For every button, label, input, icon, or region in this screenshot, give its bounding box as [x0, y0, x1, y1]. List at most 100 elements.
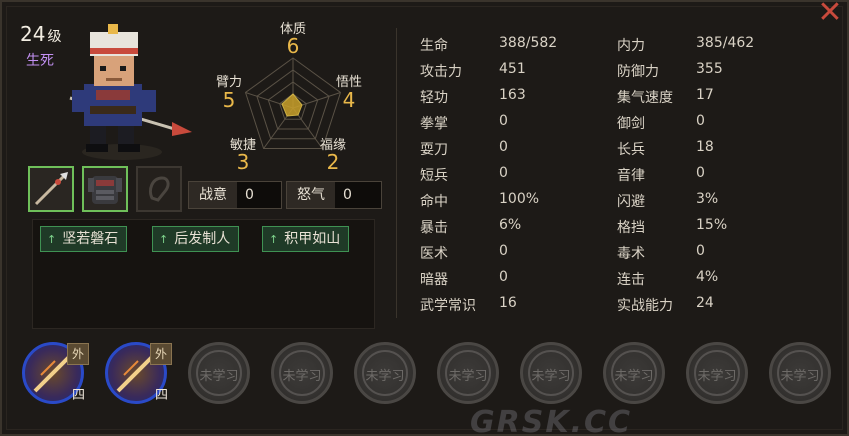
attr-label: 连击 [617, 272, 645, 288]
attr-label: 轻功 [420, 90, 448, 106]
skill-empty-label: 未学习 [697, 369, 737, 384]
skill-empty-label: 未学习 [531, 369, 571, 384]
skill-slot-empty[interactable]: 未学习 [603, 342, 665, 404]
attr-value: 163 [499, 87, 526, 103]
attr-label: 短兵 [420, 168, 448, 184]
attr-value: 16 [499, 295, 517, 311]
skill-empty-label: 未学习 [780, 369, 820, 384]
arrow-up-icon: ↑ [269, 233, 279, 246]
attr-label: 拳掌 [420, 116, 448, 132]
armor-icon [88, 176, 122, 204]
attr-value: 100% [499, 191, 540, 207]
attr-value: 0 [499, 113, 508, 129]
skill-empty-label: 未学习 [199, 369, 239, 384]
level-display: 24 级 [20, 22, 61, 46]
attr-label: 攻击力 [420, 64, 462, 80]
attr-value: 0 [696, 113, 705, 129]
skill-slot-learned[interactable]: 外四 [22, 342, 89, 404]
zhanyi-value: 0 [237, 182, 281, 208]
trait-label: 坚若磐石 [62, 231, 119, 247]
attr-value: 24 [696, 295, 714, 311]
attr-label: 集气速度 [617, 90, 673, 106]
skill-empty-label: 未学习 [365, 369, 405, 384]
trait-tag[interactable]: ↑ 后发制人 [152, 226, 240, 252]
attr-label: 实战能力 [617, 298, 673, 314]
radar-value-lower-right: 2 [326, 150, 340, 174]
nuqi-value: 0 [335, 182, 381, 208]
spear-icon [34, 172, 68, 206]
attr-label: 耍刀 [420, 142, 448, 158]
attr-value: 4% [696, 269, 719, 285]
skill-slot-learned[interactable]: 外四 [105, 342, 172, 404]
attr-value: 0 [499, 243, 508, 259]
accessory-empty-icon [148, 176, 170, 202]
arrow-up-icon: ↑ [47, 233, 57, 246]
trait-label: 积甲如山 [284, 231, 341, 247]
trait-label: 后发制人 [174, 231, 231, 247]
trait-tag[interactable]: ↑ 积甲如山 [262, 226, 350, 252]
attr-label: 医术 [420, 246, 448, 262]
attr-label: 暗器 [420, 272, 448, 288]
nuqi-box: 怒气 0 [286, 181, 382, 209]
skill-rank: 四 [154, 388, 168, 403]
skill-empty-label: 未学习 [282, 369, 322, 384]
character-portrait [69, 24, 192, 160]
skill-slot-empty[interactable]: 未学习 [354, 342, 416, 404]
panel-divider [396, 28, 397, 318]
radar-value-top: 6 [286, 34, 300, 58]
radar-value-lower-left: 3 [236, 150, 250, 174]
attr-value: 385/462 [696, 35, 755, 51]
skill-rank: 四 [71, 388, 85, 403]
zhanyi-box: 战意 0 [188, 181, 282, 209]
skill-slot-empty[interactable]: 未学习 [271, 342, 333, 404]
radar-value-upper-left: 5 [222, 88, 236, 112]
skill-slot-empty[interactable]: 未学习 [188, 342, 250, 404]
skill-type-tag: 外 [67, 343, 89, 365]
accessory-slot[interactable] [136, 166, 182, 212]
attr-value: 18 [696, 139, 714, 155]
attr-value: 355 [696, 61, 723, 77]
attr-value: 388/582 [499, 35, 558, 51]
skill-slot-empty[interactable]: 未学习 [686, 342, 748, 404]
attribute-radar: 体质 6 臂力 5 悟性 4 敏捷 3 福缘 2 [208, 16, 378, 186]
watermark: GRSK.CC [470, 405, 633, 436]
attr-value: 0 [696, 165, 705, 181]
skill-type-tag: 外 [150, 343, 172, 365]
skill-empty-label: 未学习 [448, 369, 488, 384]
arrow-up-icon: ↑ [159, 233, 169, 246]
attr-label: 武学常识 [420, 298, 476, 314]
attr-label: 命中 [420, 194, 448, 210]
skill-slot-empty[interactable]: 未学习 [437, 342, 499, 404]
radar-value-upper-right: 4 [342, 88, 356, 112]
attr-value: 451 [499, 61, 526, 77]
weapon-slot[interactable] [28, 166, 74, 212]
attr-label: 防御力 [617, 64, 659, 80]
attr-value: 0 [499, 269, 508, 285]
skill-slot-empty[interactable]: 未学习 [769, 342, 831, 404]
attr-value: 6% [499, 217, 522, 233]
attr-label: 闪避 [617, 194, 645, 210]
attr-label: 生命 [420, 38, 448, 54]
attr-value: 0 [696, 243, 705, 259]
attr-label: 长兵 [617, 142, 645, 158]
attr-label: 格挡 [617, 220, 645, 236]
level-value: 24 [20, 22, 46, 46]
attr-label: 毒术 [617, 246, 645, 262]
attr-value: 0 [499, 165, 508, 181]
attr-label: 御剑 [617, 116, 645, 132]
trait-tag[interactable]: ↑ 坚若磐石 [40, 226, 128, 252]
armor-slot[interactable] [82, 166, 128, 212]
character-state: 生死 [26, 53, 54, 69]
attr-value: 15% [696, 217, 728, 233]
attr-value: 3% [696, 191, 719, 207]
attr-value: 0 [499, 139, 508, 155]
zhanyi-label: 战意 [189, 182, 237, 208]
skill-empty-label: 未学习 [614, 369, 654, 384]
attr-value: 17 [696, 87, 714, 103]
attr-label: 音律 [617, 168, 645, 184]
attr-label: 内力 [617, 38, 645, 54]
nuqi-label: 怒气 [287, 182, 335, 208]
skill-slot-empty[interactable]: 未学习 [520, 342, 582, 404]
close-icon[interactable]: ✕ [815, 0, 845, 28]
attr-label: 暴击 [420, 220, 448, 236]
